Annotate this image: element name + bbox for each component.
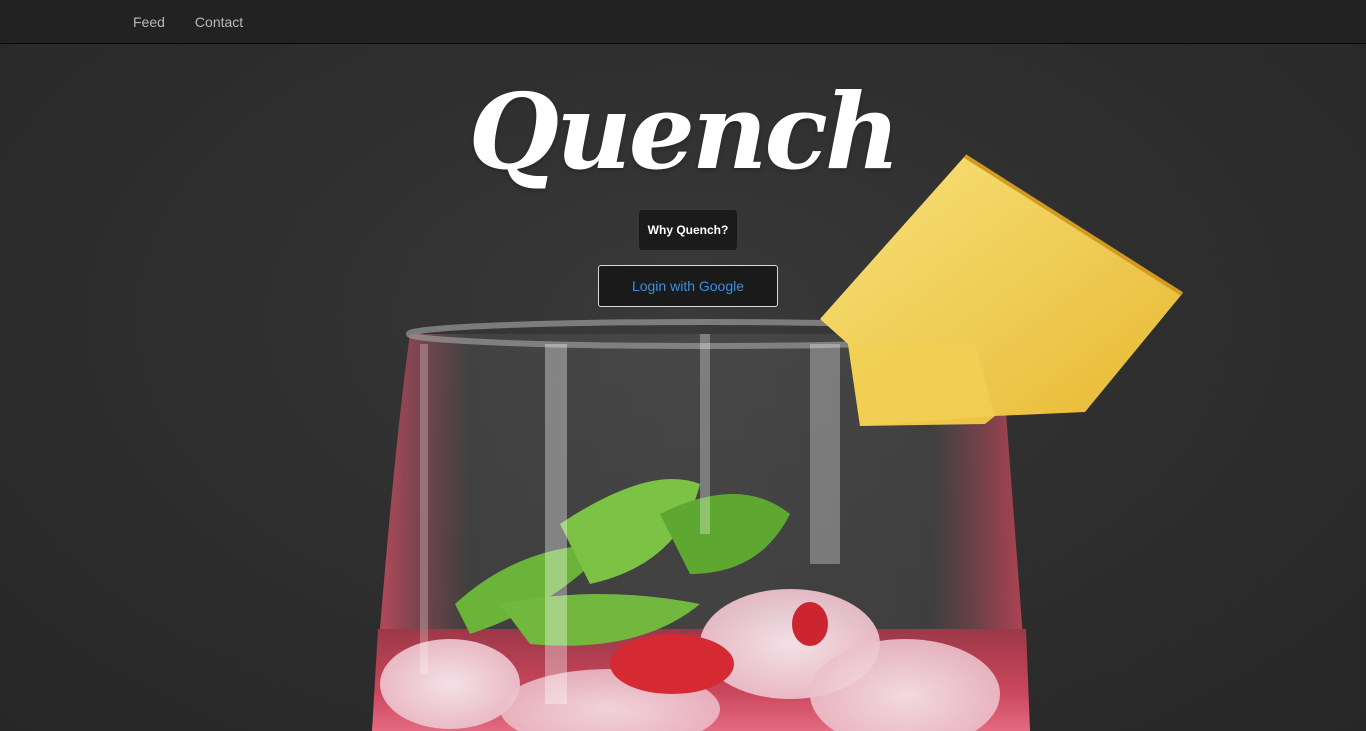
hero-section: Quench Why Quench? Login with Google <box>0 44 1366 731</box>
nav-item-feed[interactable]: Feed <box>118 3 180 41</box>
brand-logo-title: Quench <box>468 70 901 193</box>
top-navbar: Feed Contact <box>0 0 1366 44</box>
nav-item-contact[interactable]: Contact <box>180 3 258 41</box>
login-with-google-button[interactable]: Login with Google <box>598 265 778 307</box>
why-quench-button[interactable]: Why Quench? <box>639 210 737 250</box>
nav-links: Feed Contact <box>118 0 258 44</box>
